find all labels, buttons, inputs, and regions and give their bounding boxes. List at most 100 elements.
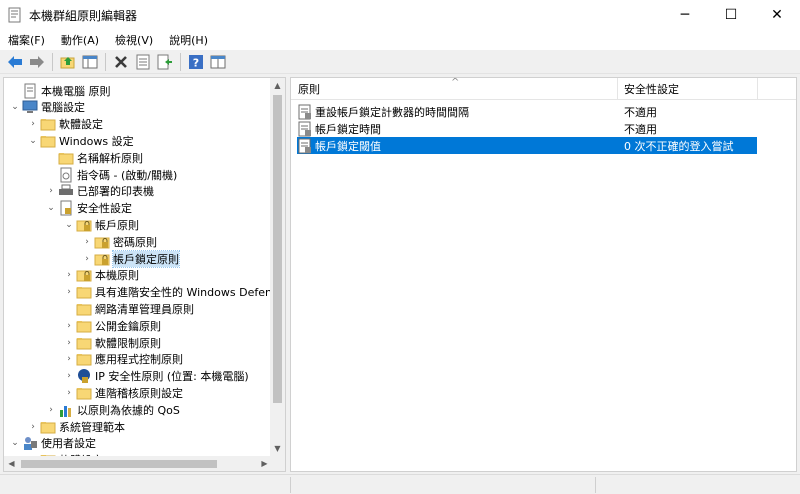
tree-item-label: 系統管理範本	[59, 420, 125, 434]
svg-text:?: ?	[193, 56, 199, 69]
tree-item[interactable]: › 具有進階安全性的 Windows Defender	[62, 284, 285, 301]
show-hide-tree-button[interactable]	[79, 51, 101, 73]
menu-bar: 檔案(F) 動作(A) 檢視(V) 說明(H)	[0, 30, 800, 50]
tree-pane[interactable]: 本機電腦 原則 ⌄ 電腦設定 › 軟體設定 ⌄ Windows 設定名稱解析原則 指令碼 - …	[3, 77, 286, 472]
menu-file[interactable]: 檔案(F)	[0, 32, 53, 48]
tree-item-label: 進階稽核原則設定	[95, 386, 183, 400]
column-header-security-setting[interactable]: 安全性設定	[619, 78, 755, 100]
maximize-button[interactable]: ☐	[708, 0, 754, 30]
properties-button[interactable]	[132, 51, 154, 73]
tree-vertical-scroll-thumb[interactable]	[273, 95, 282, 403]
tree-item[interactable]: › 軟體限制原則	[62, 334, 161, 351]
tree-horizontal-scrollbar[interactable]: ◀ ▶	[4, 456, 272, 471]
tree-item[interactable]: › 系統管理範本	[26, 418, 125, 435]
tree-item[interactable]: › 本機原則	[62, 267, 139, 284]
delete-button[interactable]	[110, 51, 132, 73]
close-button[interactable]: ✕	[754, 0, 800, 30]
tree-item[interactable]: ⌄ 帳戶原則	[62, 216, 139, 233]
expand-arrow-icon[interactable]: ›	[62, 368, 76, 385]
list-item[interactable]: 帳戶鎖定時間 不適用	[297, 120, 757, 137]
tree-item[interactable]: › 以原則為依據的 QoS	[44, 401, 180, 418]
menu-help[interactable]: 說明(H)	[161, 32, 216, 48]
expand-arrow-icon[interactable]: ›	[62, 334, 76, 351]
tree-item[interactable]: › 密碼原則	[80, 233, 157, 250]
tree-item-label: IP 安全性原則 (位置: 本機電腦)	[95, 370, 249, 384]
tree-item[interactable]: 指令碼 - (啟動/關機)	[44, 166, 177, 183]
list-item[interactable]: 帳戶鎖定閾值 0 次不正確的登入嘗試	[297, 137, 757, 154]
details-pane[interactable]: ^ 原則 安全性設定 重設帳戶鎖定計數器的時間間隔 不適用 帳戶鎖定時間 不適用 帳戶鎖…	[290, 77, 797, 472]
expand-arrow-icon[interactable]: ›	[80, 250, 94, 267]
help-button[interactable]: ?	[185, 51, 207, 73]
scroll-left-arrow-icon[interactable]: ◀	[4, 456, 19, 471]
tree-item[interactable]: ⌄ 使用者設定	[8, 435, 96, 452]
tree-item-label: 電腦設定	[41, 101, 85, 115]
tree-vertical-scrollbar[interactable]: ▲ ▼	[270, 78, 285, 456]
tree-item[interactable]: ⌄ 安全性設定	[44, 200, 132, 217]
back-button[interactable]	[4, 51, 26, 73]
collapse-arrow-icon[interactable]: ⌄	[62, 216, 76, 233]
menu-view[interactable]: 檢視(V)	[107, 32, 161, 48]
expand-arrow-icon[interactable]: ›	[44, 401, 58, 418]
tree-item-label: 公開金鑰原則	[95, 319, 161, 333]
qos-chart-icon	[60, 405, 71, 417]
folder-icon	[40, 135, 56, 148]
policy-setting-icon	[298, 138, 311, 153]
collapse-arrow-icon[interactable]: ⌄	[8, 435, 22, 452]
view-button[interactable]	[207, 51, 229, 73]
expand-arrow-icon[interactable]: ›	[44, 183, 58, 200]
expand-arrow-icon[interactable]: ›	[62, 284, 76, 301]
tree-item[interactable]: 網路清單管理員原則	[62, 300, 194, 317]
expand-arrow-icon[interactable]: ›	[62, 351, 76, 368]
tree-horizontal-scroll-thumb[interactable]	[21, 460, 217, 468]
expand-arrow-icon[interactable]: ›	[62, 384, 76, 401]
minimize-button[interactable]: ─	[662, 0, 708, 30]
menu-action[interactable]: 動作(A)	[53, 32, 107, 48]
window-title: 本機群組原則編輯器	[29, 8, 138, 23]
tree-item[interactable]: › 進階稽核原則設定	[62, 384, 183, 401]
forward-button[interactable]	[26, 51, 48, 73]
tree-item[interactable]: › IP 安全性原則 (位置: 本機電腦)	[62, 368, 249, 385]
collapse-arrow-icon[interactable]: ⌄	[8, 99, 22, 116]
tree-item[interactable]: › 軟體設定	[26, 116, 103, 133]
show-hide-tree-icon	[82, 55, 98, 68]
scroll-up-arrow-icon[interactable]: ▲	[270, 78, 285, 93]
policy-name: 帳戶鎖定閾值	[315, 139, 381, 153]
tree-item-label: 帳戶原則	[95, 218, 139, 232]
list-item[interactable]: 重設帳戶鎖定計數器的時間間隔 不適用	[297, 103, 757, 120]
help-icon: ?	[189, 54, 203, 69]
collapse-arrow-icon[interactable]: ⌄	[26, 132, 40, 149]
column-header-policy[interactable]: 原則	[293, 78, 613, 100]
expand-arrow-icon[interactable]: ›	[26, 418, 40, 435]
tree-item[interactable]: 本機電腦 原則	[8, 82, 111, 99]
expand-arrow-icon[interactable]: ›	[62, 267, 76, 284]
tree-item-label: 使用者設定	[41, 437, 96, 451]
status-segment	[290, 477, 590, 493]
up-folder-button[interactable]	[57, 51, 79, 73]
view-icon	[210, 55, 226, 68]
tree-item[interactable]: ⌄ Windows 設定	[26, 132, 133, 149]
expand-arrow-icon[interactable]: ›	[80, 233, 94, 250]
tree-item[interactable]: › 公開金鑰原則	[62, 317, 161, 334]
tree-item[interactable]: › 應用程式控制原則	[62, 351, 183, 368]
properties-icon	[136, 54, 150, 69]
tree-item-label: 名稱解析原則	[77, 151, 143, 165]
scroll-down-arrow-icon[interactable]: ▼	[270, 441, 285, 456]
locked-folder-icon	[76, 220, 92, 232]
tree-item[interactable]: ⌄ 電腦設定	[8, 99, 85, 116]
up-folder-icon	[60, 56, 75, 68]
tree-item[interactable]: › 已部署的印表機	[44, 183, 154, 200]
column-divider[interactable]	[617, 78, 618, 100]
expand-arrow-icon[interactable]: ›	[62, 317, 76, 334]
list-header: ^ 原則 安全性設定	[291, 78, 796, 100]
export-list-button[interactable]	[154, 51, 176, 73]
tree-item[interactable]: 名稱解析原則	[44, 149, 143, 166]
tree-item[interactable]: › 帳戶鎖定原則	[80, 249, 180, 268]
policy-setting-icon	[298, 121, 311, 136]
expand-arrow-icon[interactable]: ›	[26, 116, 40, 133]
folder-icon	[76, 337, 92, 349]
tree-item-label: 本機電腦 原則	[41, 84, 111, 98]
collapse-arrow-icon[interactable]: ⌄	[44, 200, 58, 217]
column-divider[interactable]	[757, 78, 758, 100]
